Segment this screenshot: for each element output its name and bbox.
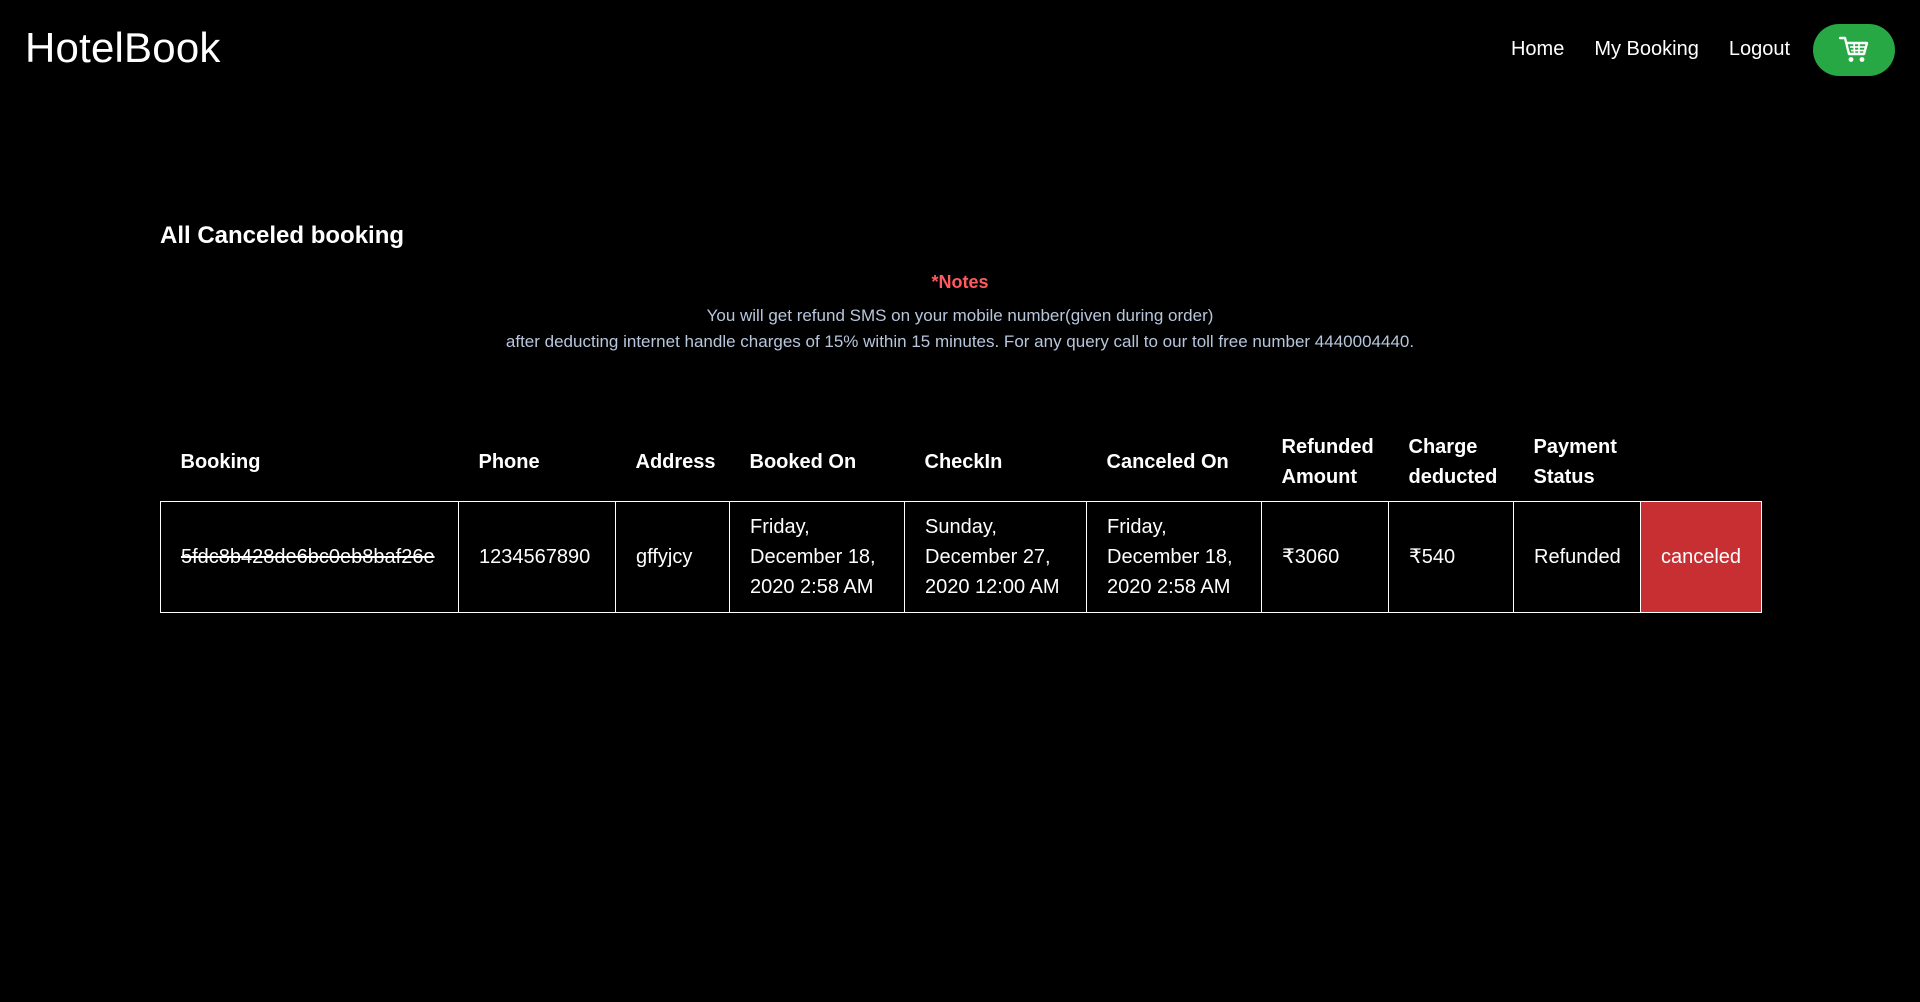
- booked-on-cell: Friday, December 18, 2020 2:58 AM: [729, 500, 905, 613]
- nav-links: Home My Booking Logout: [1511, 38, 1790, 61]
- phone-cell: 1234567890: [458, 500, 616, 613]
- canceled-on-cell: Friday, December 18, 2020 2:58 AM: [1086, 500, 1262, 613]
- header-payment-status: Payment Status: [1533, 436, 1617, 489]
- header-booked-on: Booked On: [749, 451, 857, 474]
- checkin-cell: Sunday, December 27, 2020 12:00 AM: [904, 500, 1087, 613]
- header-status: [1641, 424, 1762, 501]
- notes-heading: *Notes: [931, 272, 989, 292]
- table-row: 5fdc8b428de6bc0eb8baf26e 1234567890 gffy…: [160, 500, 1762, 613]
- address-cell: gffyjcy: [615, 500, 730, 613]
- header-booking: Booking: [180, 451, 261, 474]
- nav-logout-link[interactable]: Logout: [1729, 38, 1790, 61]
- notes-line-2: after deducting internet handle charges …: [505, 332, 1415, 351]
- header-checkin: CheckIn: [924, 451, 1003, 474]
- payment-status-cell: Refunded: [1513, 500, 1641, 613]
- booking-id-cell: 5fdc8b428de6bc0eb8baf26e: [160, 500, 459, 613]
- cart-button[interactable]: [1813, 24, 1895, 76]
- table-header-row: Booking Phone Address Booked On CheckIn …: [161, 424, 1762, 501]
- page-title: All Canceled booking: [160, 222, 405, 249]
- shopping-cart-icon: [1839, 36, 1869, 62]
- nav-my-booking-link[interactable]: My Booking: [1594, 38, 1699, 61]
- notes-section: *Notes You will get refund SMS on your m…: [0, 272, 1920, 355]
- header-charge-deducted: Charge deducted: [1408, 436, 1498, 489]
- canceled-bookings-table: Booking Phone Address Booked On CheckIn …: [160, 424, 1762, 613]
- brand-logo[interactable]: HotelBook: [25, 24, 221, 72]
- refunded-amount-cell: ₹3060: [1261, 500, 1389, 613]
- canceled-status-badge[interactable]: canceled: [1640, 500, 1762, 613]
- nav-home-link[interactable]: Home: [1511, 38, 1564, 61]
- header-refunded-amount: Refunded Amount: [1281, 436, 1374, 489]
- charge-deducted-cell: ₹540: [1388, 500, 1514, 613]
- header-phone: Phone: [478, 451, 540, 474]
- header-canceled-on: Canceled On: [1106, 451, 1229, 474]
- navbar: HotelBook Home My Booking Logout: [0, 0, 1920, 100]
- header-address: Address: [635, 451, 716, 474]
- notes-line-1: You will get refund SMS on your mobile n…: [706, 306, 1214, 325]
